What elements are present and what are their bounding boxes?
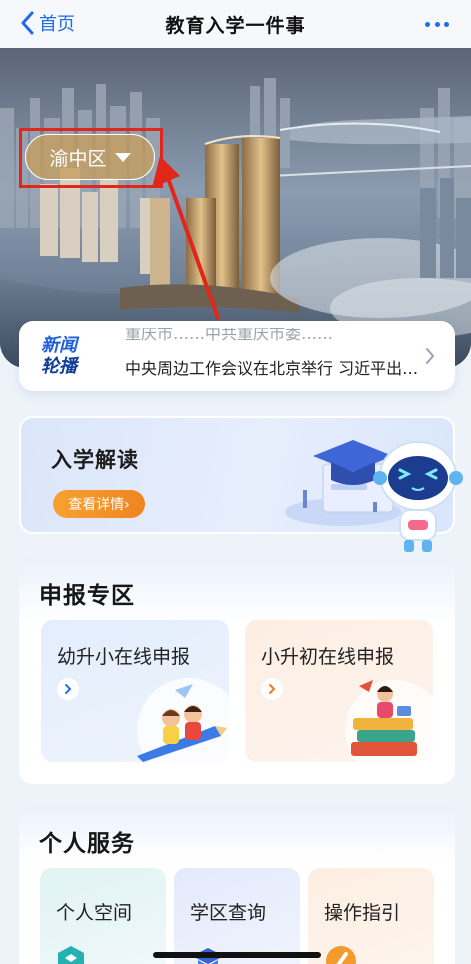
chevron-left-icon [21,11,34,35]
service-label: 个人空间 [56,902,133,924]
personal-services-title: 个人服务 [39,831,135,857]
tile-middle-school-enrollment[interactable]: 小升初在线申报 [245,620,433,762]
chevron-right-icon [57,678,79,700]
news-ticker[interactable]: 新闻 轮播 重庆市……中共重庆市委…… 中央周边工作会议在北京举行 习近平出席会… [19,321,455,391]
declaration-section: 申报专区 幼升小在线申报 小升初在线申报 [19,556,455,784]
news-headline: 中央周边工作会议在北京举行 习近平出席会议并发表重要讲话 [125,359,425,378]
robot-mascot [373,441,463,552]
service-label: 学区查询 [190,902,267,924]
service-label: 操作指引 [324,902,401,924]
tile-primary-enrollment[interactable]: 幼升小在线申报 [41,620,229,762]
tile-label: 小升初在线申报 [261,646,395,668]
intro-title: 入学解读 [51,448,139,472]
news-badge-line1: 新闻 [41,335,77,356]
tile-label: 幼升小在线申报 [57,646,191,668]
chevron-right-icon [261,678,283,700]
guide-icon [326,946,356,964]
hero-city-image: 渝中区 [0,48,471,368]
news-badge-line2: 轮播 [41,356,77,377]
city-skyline-illustration [0,48,471,368]
back-button[interactable]: 首页 [20,10,75,36]
personal-services-section: 个人服务 个人空间 学区查询 操作指引 [19,806,455,964]
top-nav-bar: 首页 教育入学一件事 [0,0,471,48]
service-school-district-query[interactable]: 学区查询 [174,868,300,964]
view-details-button[interactable]: 查看详情› [53,490,145,518]
district-selector[interactable]: 渝中区 [25,134,155,180]
service-personal-space[interactable]: 个人空间 [40,868,166,964]
page-title: 教育入学一件事 [165,14,306,37]
back-label: 首页 [39,14,75,35]
triangle-down-icon [114,152,131,162]
news-text-area: 重庆市……中共重庆市委…… 中央周边工作会议在北京举行 习近平出席会议并发表重要… [125,328,425,384]
cube-icon [58,946,84,964]
service-operation-guide[interactable]: 操作指引 [308,868,434,964]
district-label: 渝中区 [49,147,107,170]
news-previous-headline: 重庆市……中共重庆市委…… [125,328,334,343]
more-dots-icon[interactable] [425,14,449,34]
student-on-books-illustration [345,680,433,762]
home-indicator[interactable] [153,952,321,958]
news-badge: 新闻 轮播 [41,328,99,384]
chevron-right-icon [426,348,435,364]
declaration-title: 申报专区 [39,583,135,609]
kids-on-pencil-illustration [137,678,229,762]
